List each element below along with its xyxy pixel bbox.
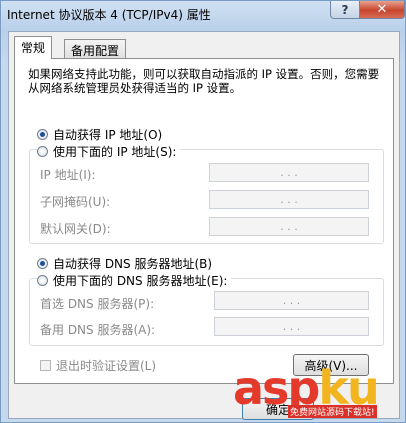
site-watermark: aspku 免费网站源码下载站! xyxy=(233,361,403,421)
radio-auto-ip-indicator xyxy=(37,129,48,140)
help-button[interactable]: ? xyxy=(330,1,360,19)
radio-manual-ip-label: 使用下面的 IP 地址(S): xyxy=(53,145,177,159)
close-icon: ✕ xyxy=(376,2,388,17)
subnet-mask-input[interactable]: . . . xyxy=(209,190,369,209)
validate-settings-checkbox[interactable]: 退出时验证设置(L) xyxy=(40,357,156,374)
default-gateway-label: 默认网关(D): xyxy=(40,222,111,236)
radio-auto-ip[interactable]: 自动获得 IP 地址(O) xyxy=(37,126,162,143)
preferred-dns-input[interactable]: . . . xyxy=(214,291,369,310)
default-gateway-input[interactable]: . . . xyxy=(209,217,369,236)
alternate-dns-input[interactable]: . . . xyxy=(214,317,369,336)
radio-manual-ip[interactable]: 使用下面的 IP 地址(S): xyxy=(37,143,181,160)
description-text: 如果网络支持此功能，则可以获取自动指派的 IP 设置。否则，您需要从网络系统管理… xyxy=(28,67,380,95)
radio-auto-ip-label: 自动获得 IP 地址(O) xyxy=(53,128,163,142)
validate-settings-label: 退出时验证设置(L) xyxy=(56,359,157,373)
close-button[interactable]: ✕ xyxy=(359,1,405,19)
radio-manual-ip-indicator xyxy=(37,146,48,157)
radio-manual-dns[interactable]: 使用下面的 DNS 服务器地址(E): xyxy=(37,272,232,289)
preferred-dns-label: 首选 DNS 服务器(P): xyxy=(40,297,155,311)
ip-address-input[interactable]: . . . xyxy=(209,163,369,182)
radio-auto-dns-indicator xyxy=(37,258,48,269)
tab-alternate-config[interactable]: 备用配置 xyxy=(64,39,127,59)
window-title: Internet 协议版本 4 (TCP/IPv4) 属性 xyxy=(7,8,211,22)
tab-panel-general: 如果网络支持此功能，则可以获取自动指派的 IP 设置。否则，您需要从网络系统管理… xyxy=(14,58,394,384)
subnet-mask-label: 子网掩码(U): xyxy=(40,195,111,209)
help-icon: ? xyxy=(341,2,349,17)
radio-manual-dns-label: 使用下面的 DNS 服务器地址(E): xyxy=(53,274,228,288)
radio-manual-dns-indicator xyxy=(37,275,48,286)
alternate-dns-label: 备用 DNS 服务器(A): xyxy=(40,323,156,337)
tab-general[interactable]: 常规 xyxy=(14,36,53,59)
ip-address-label: IP 地址(I): xyxy=(40,168,96,182)
dialog-window: Internet 协议版本 4 (TCP/IPv4) 属性 ? ✕ 常规 备用配… xyxy=(0,0,406,423)
watermark-tagline: 免费网站源码下载站! xyxy=(288,405,377,418)
radio-auto-dns-label: 自动获得 DNS 服务器地址(B) xyxy=(53,257,213,271)
radio-auto-dns[interactable]: 自动获得 DNS 服务器地址(B) xyxy=(37,255,212,272)
validate-settings-box xyxy=(40,360,51,371)
